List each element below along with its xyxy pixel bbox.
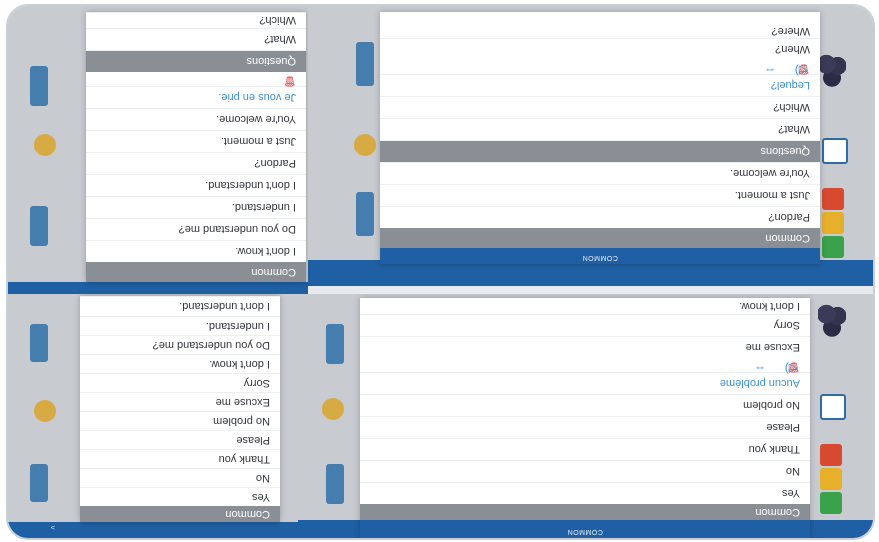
flag-art [356, 42, 374, 86]
grapes-art [818, 304, 846, 338]
phrase-list-panel: COMMON Common Yes No Thank you Please No… [360, 298, 810, 538]
list-item[interactable]: Just a moment. [86, 130, 306, 152]
list-item[interactable]: You're welcome. [86, 108, 306, 130]
list-item[interactable]: Please [80, 430, 280, 449]
list-item[interactable]: Pardon? [86, 152, 306, 174]
trash-icon[interactable]: 🗑 [283, 75, 296, 86]
phrase-list-panel: Common I don't know. Do you understand m… [86, 12, 306, 282]
list-content: Common Pardon? Just a moment. You're wel… [380, 12, 820, 248]
speaker-icon[interactable]: ◁) [795, 64, 808, 78]
list-item[interactable]: I don't know. [80, 354, 280, 373]
list-item[interactable]: Just a moment. [380, 184, 820, 206]
translation-text: Aucun problème [360, 372, 810, 394]
translation-text: Lequel? [380, 74, 820, 96]
list-item[interactable]: No [360, 460, 810, 482]
card-box [822, 138, 848, 164]
category-header[interactable]: Common [80, 506, 280, 522]
list-item[interactable]: Excuse me [360, 336, 810, 358]
flag-art [326, 324, 344, 364]
list-item[interactable]: Yes [80, 487, 280, 506]
bottom-toolbar [8, 282, 308, 294]
list-item[interactable]: I understand. [80, 316, 280, 335]
list-item[interactable]: Thank you [80, 449, 280, 468]
list-item[interactable]: Pardon? [380, 206, 820, 228]
flag-art [30, 66, 48, 106]
phrase-list-panel: COMMON Common Pardon? Just a moment. You… [380, 12, 820, 264]
list-item[interactable]: You're welcome. [380, 162, 820, 184]
list-item[interactable]: Excuse me [80, 392, 280, 411]
list-item[interactable]: When? [380, 38, 820, 60]
list-item[interactable]: I don't know. [360, 298, 810, 314]
swap-icon[interactable]: ⇔ [764, 64, 776, 78]
list-item[interactable]: No problem [360, 394, 810, 416]
globe-art [34, 400, 56, 422]
list-item[interactable]: Sorry [360, 314, 810, 336]
flag-art [30, 464, 48, 502]
toolbar-title: COMMON [582, 254, 618, 261]
list-item[interactable]: Please [360, 416, 810, 438]
globe-art [322, 398, 344, 420]
list-item[interactable]: I understand. [86, 196, 306, 218]
screenshot-frame: Common I don't know. Do you understand m… [6, 4, 875, 540]
flag-art [356, 192, 374, 236]
card-box [820, 444, 842, 466]
toolbar: COMMON [360, 520, 810, 538]
flag-art [326, 464, 344, 504]
list-item[interactable]: Do you understand me? [80, 335, 280, 354]
phrase-list-panel: Common Yes No Thank you Please No proble… [80, 296, 280, 522]
list-item[interactable]: I don't understand. [80, 296, 280, 316]
speaker-icon[interactable]: ◁) [785, 362, 798, 376]
card-box [822, 188, 844, 210]
globe-art [354, 134, 376, 156]
flag-art [30, 206, 48, 246]
list-item[interactable]: Yes [360, 482, 810, 504]
swap-icon[interactable]: ⇔ [754, 362, 766, 376]
list-content: Common Yes No Thank you Please No proble… [360, 298, 810, 520]
list-item-selected[interactable]: Questions [380, 140, 820, 162]
list-item[interactable]: Which? [380, 96, 820, 118]
quadrant-top-right: COMMON Common Pardon? Just a moment. You… [308, 6, 873, 286]
flag-art [30, 324, 48, 362]
category-header[interactable]: Common [380, 228, 820, 248]
list-item[interactable]: Where? [380, 24, 820, 38]
toolbar-title: COMMON [567, 528, 603, 535]
card-box [820, 468, 842, 490]
list-item[interactable]: Which? [86, 12, 306, 28]
card-box [822, 212, 844, 234]
card-box [820, 394, 846, 420]
list-item[interactable]: I don't understand. [86, 174, 306, 196]
back-icon[interactable]: < [8, 525, 298, 532]
bottom-toolbar: < [8, 522, 298, 538]
list-item-selected[interactable]: Questions [86, 50, 306, 72]
list-item[interactable]: What? [86, 28, 306, 50]
quadrant-bottom-right: COMMON Common Yes No Thank you Please No… [298, 294, 873, 538]
list-item[interactable]: No problem [80, 411, 280, 430]
translation-text: Je vous en prie. [86, 86, 306, 108]
grapes-art [818, 54, 846, 88]
category-header[interactable]: Common [360, 504, 810, 520]
list-item[interactable]: No [80, 468, 280, 487]
category-header[interactable]: Common [86, 262, 306, 282]
card-box [820, 492, 842, 514]
toolbar: COMMON [380, 248, 820, 264]
list-item[interactable]: Do you understand me? [86, 218, 306, 240]
globe-art [34, 134, 56, 156]
list-item[interactable]: What? [380, 118, 820, 140]
list-item[interactable]: Thank you [360, 438, 810, 460]
quadrant-bottom-left: < Common Yes No Thank you Please No prob… [8, 294, 298, 538]
quadrant-top-left: Common I don't know. Do you understand m… [8, 6, 308, 294]
card-box [822, 236, 844, 258]
list-item[interactable]: Sorry [80, 373, 280, 392]
list-item[interactable]: I don't know. [86, 240, 306, 262]
